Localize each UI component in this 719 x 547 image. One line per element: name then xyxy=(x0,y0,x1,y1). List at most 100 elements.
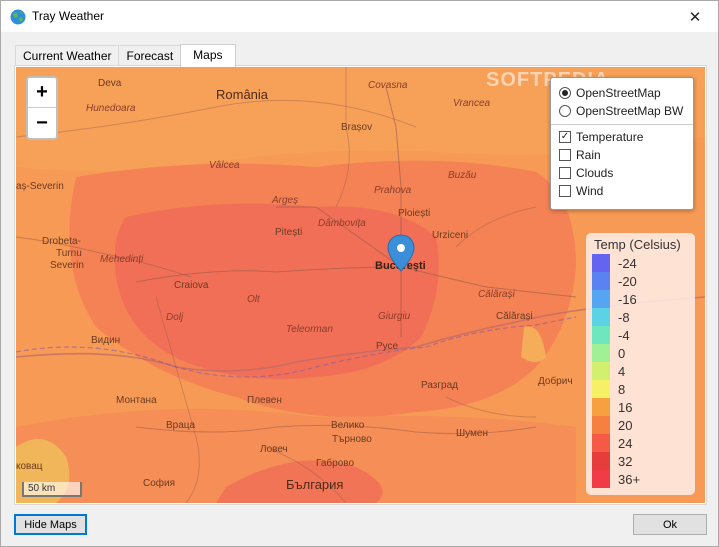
legend-swatch xyxy=(592,434,610,452)
legend-row: -8 xyxy=(592,308,689,326)
legend-swatch xyxy=(592,326,610,344)
map-label: Vâlcea xyxy=(209,160,240,171)
maps-panel: Deva Hunedoara România Brașov Covasna Vr… xyxy=(14,65,707,505)
legend-swatch xyxy=(592,416,610,434)
ok-button[interactable]: Ok xyxy=(633,514,707,535)
separator xyxy=(551,124,693,125)
legend-label: -24 xyxy=(618,255,637,271)
hide-maps-button[interactable]: Hide Maps xyxy=(14,514,87,535)
overlay-rain[interactable]: Rain xyxy=(559,146,685,164)
map-label: Pitești xyxy=(275,227,302,238)
map-label: Severin xyxy=(50,260,84,271)
tab-forecast[interactable]: Forecast xyxy=(118,45,182,66)
map-label: Turnu xyxy=(56,248,82,259)
legend-label: 0 xyxy=(618,345,626,361)
legend-swatch xyxy=(592,290,610,308)
layer-label: Clouds xyxy=(576,166,614,180)
checkbox-checked-icon[interactable]: ✓ xyxy=(559,131,571,143)
map-label: ковац xyxy=(16,461,43,472)
map-label: Mehedinți xyxy=(100,254,144,265)
map-label: Vrancea xyxy=(453,98,491,109)
map-label: Călărași xyxy=(496,311,533,322)
map-label: Шумен xyxy=(456,428,488,439)
close-icon: ✕ xyxy=(688,8,702,26)
globe-icon xyxy=(10,9,26,25)
map-label: Габрово xyxy=(316,457,354,469)
legend-label: -4 xyxy=(618,327,630,343)
overlay-wind[interactable]: Wind xyxy=(559,182,685,200)
tab-current-weather[interactable]: Current Weather xyxy=(15,45,120,66)
base-layer-osm-bw[interactable]: OpenStreetMap BW xyxy=(559,102,685,120)
map-label: Buzău xyxy=(448,170,477,181)
close-button[interactable]: ✕ xyxy=(672,1,718,32)
base-layer-osm[interactable]: OpenStreetMap xyxy=(559,84,685,102)
map-label: Argeș xyxy=(271,195,298,206)
map-label: Видин xyxy=(91,335,120,346)
weather-map[interactable]: Deva Hunedoara România Brașov Covasna Vr… xyxy=(16,67,705,503)
legend-title: Temp (Celsius) xyxy=(594,237,681,252)
radio-selected-icon[interactable] xyxy=(559,87,571,99)
map-label: Плевен xyxy=(247,395,282,406)
map-label: Olt xyxy=(247,294,261,305)
radio-icon[interactable] xyxy=(559,105,571,117)
map-label: Добрич xyxy=(538,375,573,387)
legend-swatch xyxy=(592,470,610,488)
legend-row: 24 xyxy=(592,434,689,452)
zoom-out-button[interactable]: − xyxy=(28,108,56,138)
legend-row: -24 xyxy=(592,254,689,272)
legend-row: 20 xyxy=(592,416,689,434)
legend-row: 32 xyxy=(592,452,689,470)
legend-row: 16 xyxy=(592,398,689,416)
layer-label: OpenStreetMap BW xyxy=(576,104,684,118)
legend-row: -16 xyxy=(592,290,689,308)
legend-label: 36+ xyxy=(618,471,641,487)
map-label: Dâmbovița xyxy=(318,218,366,229)
title-bar: Tray Weather ✕ xyxy=(1,1,718,32)
checkbox-icon[interactable] xyxy=(559,167,571,179)
layer-label: Rain xyxy=(576,148,601,162)
tab-maps[interactable]: Maps xyxy=(180,44,236,67)
legend-swatch xyxy=(592,254,610,272)
legend-label: 20 xyxy=(618,417,633,433)
legend-row: 36+ xyxy=(592,470,689,488)
legend-row: 8 xyxy=(592,380,689,398)
legend-swatch xyxy=(592,452,610,470)
legend-swatch xyxy=(592,380,610,398)
legend-swatch xyxy=(592,308,610,326)
map-label: Ловеч xyxy=(260,444,288,455)
map-label: Търново xyxy=(332,434,372,445)
legend-label: 8 xyxy=(618,381,626,397)
map-label: România xyxy=(216,87,269,102)
checkbox-icon[interactable] xyxy=(559,149,571,161)
legend-row: 4 xyxy=(592,362,689,380)
map-label: Craiova xyxy=(174,280,209,291)
app-window: Tray Weather ✕ Current Weather Forecast … xyxy=(0,0,719,547)
zoom-in-button[interactable]: + xyxy=(28,78,56,108)
map-label: София xyxy=(143,477,175,489)
map-label: Brașov xyxy=(341,122,372,133)
checkbox-icon[interactable] xyxy=(559,185,571,197)
overlay-clouds[interactable]: Clouds xyxy=(559,164,685,182)
legend-swatch xyxy=(592,344,610,362)
zoom-control: + − xyxy=(26,76,58,140)
scale-bar: 50 km xyxy=(22,482,82,497)
map-label: Dolj xyxy=(166,312,184,323)
layer-label: OpenStreetMap xyxy=(576,86,661,100)
overlay-temperature[interactable]: ✓ Temperature xyxy=(559,128,685,146)
legend-label: -16 xyxy=(618,291,637,307)
legend-label: -8 xyxy=(618,309,630,325)
legend-row: -20 xyxy=(592,272,689,290)
map-label: Teleorman xyxy=(286,324,333,335)
map-label: Ploiești xyxy=(398,208,430,219)
layer-label: Temperature xyxy=(576,130,644,144)
map-label: Covasna xyxy=(368,80,408,91)
map-label: aș-Severin xyxy=(16,181,64,192)
map-label: Drobeta- xyxy=(42,236,81,247)
map-label: Deva xyxy=(98,78,122,89)
layer-label: Wind xyxy=(576,184,604,198)
legend-label: 24 xyxy=(618,435,633,451)
tab-strip: Current Weather Forecast Maps xyxy=(15,44,236,67)
map-label: България xyxy=(286,477,343,492)
map-label: Разград xyxy=(421,380,458,391)
map-label: Велико xyxy=(331,420,365,431)
